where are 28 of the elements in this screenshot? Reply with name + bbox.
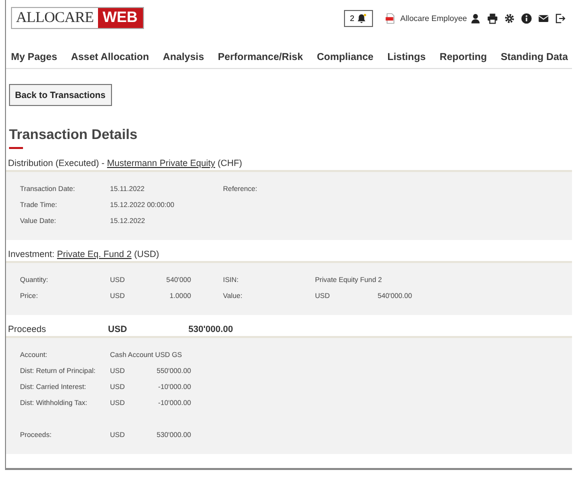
bell-icon	[356, 12, 368, 24]
info-icon[interactable]	[521, 12, 532, 24]
back-button[interactable]: Back to Transactions	[9, 84, 112, 106]
amount: 530'000.00	[187, 324, 233, 334]
nav-item[interactable]: Standing Data	[500, 52, 568, 66]
section-heading: Investment: Private Eq. Fund 2 (USD)	[8, 249, 160, 259]
nav-item[interactable]: Performance/Risk	[218, 52, 303, 66]
settings-icon[interactable]	[504, 12, 515, 24]
page-title: Transaction Details	[9, 126, 138, 142]
logo: ALLOCARE WEB	[11, 7, 144, 29]
nav-item[interactable]: My Pages	[11, 52, 58, 66]
printer-icon[interactable]	[487, 12, 498, 24]
nav-item[interactable]: Compliance	[316, 52, 374, 66]
nav-item[interactable]: Analysis	[162, 52, 204, 66]
nav-item[interactable]: Asset Allocation	[71, 52, 149, 66]
section-heading: Distribution (Executed) - Mustermann Private Equity (CHF)	[8, 158, 242, 168]
logout-icon[interactable]	[555, 12, 566, 24]
user-name[interactable]: Allocare Employee	[400, 14, 467, 22]
nav-item[interactable]: Listings	[387, 52, 426, 66]
person-icon[interactable]	[470, 12, 481, 24]
currency: USD	[108, 324, 128, 334]
heading-link[interactable]: Private Eq. Fund 2	[57, 249, 132, 259]
pdf-icon[interactable]	[385, 12, 396, 24]
notifications-button[interactable]: 2	[344, 10, 374, 26]
section-heading: Proceeds	[8, 324, 48, 334]
heading-link[interactable]: Mustermann Private Equity	[107, 158, 216, 168]
mail-icon[interactable]	[538, 12, 549, 24]
nav-item[interactable]: Reporting	[440, 52, 487, 66]
